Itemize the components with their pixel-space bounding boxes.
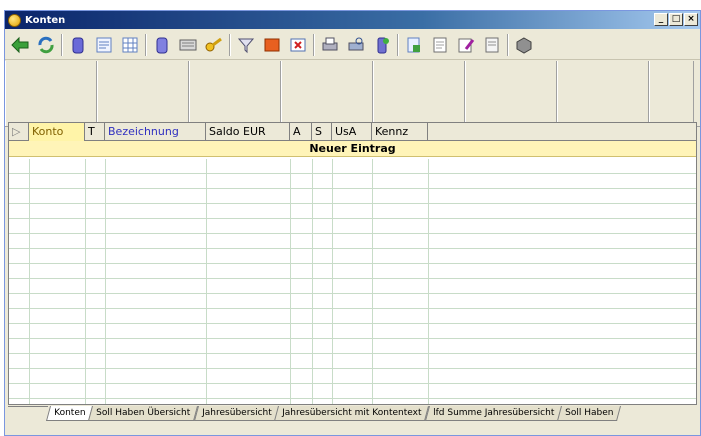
form-view-icon[interactable]: [93, 34, 115, 56]
table-row[interactable]: [9, 234, 696, 249]
grid-header: ▷ Konto T Bezeichnung Saldo EUR A S UsA …: [9, 123, 696, 141]
tab-konten[interactable]: Konten: [45, 406, 94, 421]
grid-column-line: [290, 159, 291, 404]
grid-column-line: [312, 159, 313, 404]
tab-label: lfd Summe Jahresübersicht: [432, 408, 554, 418]
table-row[interactable]: [9, 384, 696, 399]
table-row[interactable]: [9, 309, 696, 324]
sheet-tabs: Konten Soll Haben Übersicht Jahresübersi…: [8, 406, 697, 426]
tab-label: Soll Haben: [564, 408, 614, 418]
column-header-s[interactable]: S: [312, 123, 332, 141]
column-header-bezeichnung[interactable]: Bezeichnung: [105, 123, 206, 141]
table-row[interactable]: [9, 159, 696, 174]
table-row[interactable]: [9, 204, 696, 219]
edit-icon[interactable]: [455, 34, 477, 56]
window-title: Konten: [25, 14, 66, 26]
filter-cell[interactable]: [373, 61, 465, 126]
document-icon[interactable]: [429, 34, 451, 56]
column-header-kennz[interactable]: Kennz: [372, 123, 428, 141]
grid-column-line: [29, 159, 30, 404]
accounts-grid[interactable]: ▷ Konto T Bezeichnung Saldo EUR A S UsA …: [8, 122, 697, 405]
app-icon: [8, 13, 21, 27]
filter-panel: [5, 61, 700, 127]
column-header-saldo-eur[interactable]: Saldo EUR: [206, 123, 290, 141]
tab-soll-haben-uebersicht[interactable]: Soll Haben Übersicht: [88, 406, 199, 421]
table-row[interactable]: [9, 219, 696, 234]
maximize-button[interactable]: □: [669, 13, 683, 26]
table-row[interactable]: [9, 189, 696, 204]
tab-label: Jahresübersicht: [201, 408, 272, 418]
delete-icon[interactable]: [287, 34, 309, 56]
table-row[interactable]: [9, 249, 696, 264]
filter-funnel-icon[interactable]: [235, 34, 257, 56]
filter-cell[interactable]: [557, 61, 649, 126]
tab-label: Jahresübersicht mit Kontentext: [282, 408, 422, 418]
toolbar-separator: [507, 33, 509, 56]
tab-jahresuebersicht[interactable]: Jahresübersicht: [193, 406, 280, 421]
table-view-icon[interactable]: [119, 34, 141, 56]
column-header-usa[interactable]: UsA: [332, 123, 372, 141]
toolbar-separator: [313, 33, 315, 56]
export-icon[interactable]: [371, 34, 393, 56]
toolbar-separator: [61, 33, 63, 56]
toolbar-separator: [229, 33, 231, 56]
tab-label: Konten: [54, 408, 86, 418]
toolbar-separator: [397, 33, 399, 56]
grid-column-line: [428, 159, 429, 404]
grid-rows: [9, 159, 696, 404]
grid-column-line: [372, 159, 373, 404]
filter-cell[interactable]: [189, 61, 281, 126]
tab-soll-haben[interactable]: Soll Haben: [556, 406, 622, 421]
table-row[interactable]: [9, 294, 696, 309]
grid-orange-icon[interactable]: [261, 34, 283, 56]
table-row[interactable]: [9, 279, 696, 294]
new-entry-row[interactable]: Neuer Eintrag: [9, 141, 696, 157]
db-filter-icon[interactable]: [151, 34, 173, 56]
tab-label: Soll Haben Übersicht: [96, 408, 191, 418]
filter-cell[interactable]: [281, 61, 373, 126]
notes-icon[interactable]: [481, 34, 503, 56]
tab-jahresuebersicht-kontentext[interactable]: Jahresübersicht mit Kontentext: [274, 406, 430, 421]
key-icon[interactable]: [203, 34, 225, 56]
title-bar[interactable]: Konten _ □ ×: [5, 11, 700, 29]
grid-column-line: [105, 159, 106, 404]
column-header-a[interactable]: A: [290, 123, 312, 141]
cube-icon[interactable]: [513, 34, 535, 56]
table-row[interactable]: [9, 174, 696, 189]
table-row[interactable]: [9, 264, 696, 279]
calculator-icon[interactable]: [177, 34, 199, 56]
tab-spacer: [8, 406, 48, 407]
filter-cell[interactable]: [649, 61, 694, 126]
minimize-button[interactable]: _: [654, 13, 668, 26]
table-row[interactable]: [9, 369, 696, 384]
column-header-konto[interactable]: Konto: [29, 123, 85, 141]
back-arrow-icon[interactable]: [9, 34, 31, 56]
grid-column-line: [206, 159, 207, 404]
print-icon[interactable]: [319, 34, 341, 56]
refresh-icon[interactable]: [35, 34, 57, 56]
row-selector-header: ▷: [9, 123, 29, 141]
database-icon[interactable]: [67, 34, 89, 56]
toolbar-separator: [145, 33, 147, 56]
table-row[interactable]: [9, 324, 696, 339]
filter-cell[interactable]: [97, 61, 189, 126]
close-button[interactable]: ×: [684, 13, 698, 26]
toolbar: [5, 30, 700, 60]
filter-cell[interactable]: [465, 61, 557, 126]
grid-column-line: [332, 159, 333, 404]
tab-lfd-summe[interactable]: lfd Summe Jahresübersicht: [424, 406, 562, 421]
table-row[interactable]: [9, 354, 696, 369]
copy-record-icon[interactable]: [403, 34, 425, 56]
filter-cell[interactable]: [5, 61, 97, 126]
table-row[interactable]: [9, 339, 696, 354]
column-header-t[interactable]: T: [85, 123, 105, 141]
print-preview-icon[interactable]: [345, 34, 367, 56]
grid-column-line: [85, 159, 86, 404]
